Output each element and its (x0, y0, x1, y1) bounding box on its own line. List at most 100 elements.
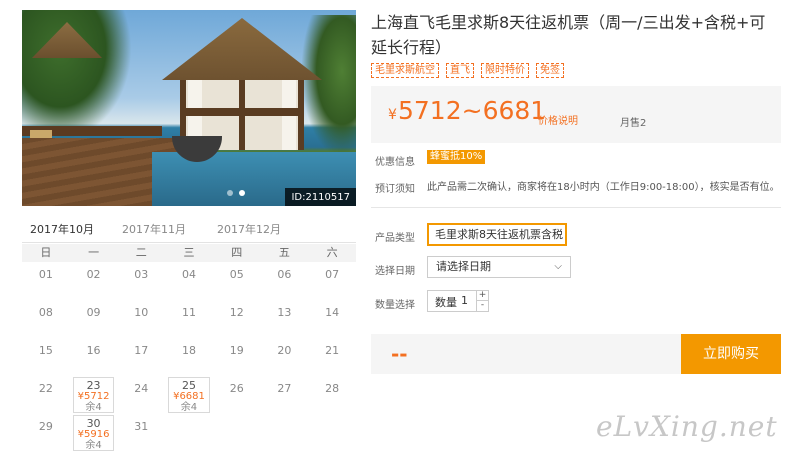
calendar-day: 26 (213, 376, 261, 414)
date-label: 选择日期 (375, 266, 415, 277)
tab-month-december[interactable]: 2017年12月 (217, 221, 281, 237)
calendar-day: 24 (117, 376, 165, 414)
calendar-day-number: 26 (229, 382, 244, 395)
calendar-day: 31 (117, 414, 165, 452)
carousel-dots (227, 190, 245, 196)
palm-tree-right (302, 15, 356, 155)
weekday-label: 一 (88, 246, 100, 259)
calendar-day: 29 (22, 414, 70, 452)
weekday-label: 日 (40, 246, 52, 259)
carousel-dot-active[interactable] (239, 190, 245, 196)
calendar-day-number: 22 (38, 382, 53, 395)
buy-now-button[interactable]: 立即购买 (681, 334, 781, 374)
image-id-label: ID:2110517 (285, 188, 356, 206)
quantity-value[interactable]: 1 (461, 294, 468, 307)
calendar-day: 27 (261, 376, 309, 414)
calendar-day-number: 21 (325, 344, 340, 357)
quantity-prefix: 数量 (435, 296, 457, 309)
calendar-day-number: 29 (38, 420, 53, 433)
calendar-day: 02 (70, 262, 118, 300)
calendar-day-number: 16 (86, 344, 101, 357)
quantity-label: 数量选择 (375, 300, 415, 311)
product-type-label: 产品类型 (375, 233, 415, 244)
tab-month-october[interactable]: 2017年10月 (22, 221, 106, 246)
pavilion-roof (162, 18, 322, 80)
price-range: 5712~6681 (398, 96, 547, 125)
calendar-grid: 01 02 03 04 05 06 07 08 09 10 11 12 13 14 15 16 17 18 19 20… (22, 262, 356, 452)
calendar-day-available[interactable]: 25 ¥6681 余4 (168, 377, 210, 413)
calendar-day-number: 02 (86, 268, 101, 281)
calendar-day-number: 06 (277, 268, 292, 281)
calendar-day: 13 (261, 300, 309, 338)
tag-airline: 毛里求斯航空 (371, 63, 439, 78)
calendar-day: 04 (165, 262, 213, 300)
calendar-day-number: 27 (277, 382, 292, 395)
calendar-day-available[interactable]: 23 ¥5712 余4 (72, 377, 115, 413)
weekday-label: 二 (135, 246, 147, 259)
quantity-decrease-button[interactable]: - (476, 301, 488, 311)
calendar-day: 09 (70, 300, 118, 338)
tab-month-november[interactable]: 2017年11月 (122, 221, 186, 237)
calendar-day: 15 (22, 338, 70, 376)
site-watermark: eLvXing.net (596, 410, 778, 443)
weekday-label: 六 (326, 246, 338, 259)
calendar-day: 21 (308, 338, 356, 376)
calendar-day: 20 (261, 338, 309, 376)
quantity-stepper: 数量 1 + - (427, 290, 489, 312)
calendar-day-price: ¥6681 (173, 391, 205, 402)
calendar-day-stock: 余4 (85, 440, 102, 451)
product-title: 上海直飞毛里求斯8天往返机票（周一/三出发+含税+可延长行程） (371, 13, 766, 57)
calendar-day: 06 (261, 262, 309, 300)
calendar-day: 14 (308, 300, 356, 338)
calendar-day-number: 15 (38, 344, 53, 357)
price-note-link[interactable]: 价格说明 (538, 112, 578, 127)
calendar-day: 08 (22, 300, 70, 338)
calendar-day: 19 (213, 338, 261, 376)
tag-visa-free: 免签 (536, 63, 564, 78)
calendar-day-price: ¥5712 (77, 391, 110, 402)
product-type-option[interactable]: 毛里求斯8天往返机票含税 (427, 223, 567, 246)
calendar-day: 10 (117, 300, 165, 338)
weekday-label: 三 (183, 246, 195, 259)
calendar-day-number: 03 (134, 268, 149, 281)
calendar-day: 18 (165, 338, 213, 376)
promo-badge: 蜂蜜抵10% (427, 150, 486, 164)
calendar-day-number: 12 (229, 306, 244, 319)
date-select-value: 请选择日期 (436, 260, 491, 273)
calendar-day-number: 14 (325, 306, 340, 319)
divider (371, 207, 781, 208)
pavilion-rail (180, 108, 304, 116)
calendar-day: 05 (213, 262, 261, 300)
calendar-day-price: ¥5916 (77, 429, 110, 440)
product-tags: 毛里求斯航空 直飞 限时特价 免签 (371, 63, 564, 78)
product-image[interactable]: ID:2110517 (22, 10, 356, 206)
price-calendar: 日 一 二 三 四 五 六 01 02 03 04 05 06 07 08 09 10 11 12 13… (22, 244, 356, 454)
calendar-day-stock: 余4 (85, 402, 102, 413)
calendar-day-number: 08 (38, 306, 53, 319)
carousel-dot[interactable] (227, 190, 233, 196)
calendar-day-number: 07 (325, 268, 340, 281)
calendar-day: 22 (22, 376, 70, 414)
calendar-day-available[interactable]: 30 ¥5916 余4 (72, 415, 115, 451)
calendar-day-number: 11 (181, 306, 196, 319)
calendar-day: 11 (165, 300, 213, 338)
tag-limited-offer: 限时特价 (481, 63, 529, 78)
total-price: -- (391, 342, 408, 366)
calendar-day-number: 05 (229, 268, 244, 281)
calendar-day-number: 13 (277, 306, 292, 319)
calendar-day-number: 19 (229, 344, 244, 357)
calendar-day: 28 (308, 376, 356, 414)
month-tabs: 2017年10月 2017年11月 2017年12月 (22, 219, 356, 246)
palm-tree-left (22, 10, 132, 140)
calendar-day: 03 (117, 262, 165, 300)
calendar-day-number: 31 (134, 420, 149, 433)
notice-text: 此产品需二次确认，商家将在18小时内（工作日9:00-18:00），核实是否有位… (427, 182, 780, 193)
calendar-day: 01 (22, 262, 70, 300)
weekday-label: 五 (278, 246, 290, 259)
date-select[interactable]: 请选择日期 ⌵ (427, 256, 571, 278)
calendar-day-number: 01 (38, 268, 53, 281)
calendar-day: 16 (70, 338, 118, 376)
calendar-day-number: 20 (277, 344, 292, 357)
calendar-day: 07 (308, 262, 356, 300)
weekday-header: 日 一 二 三 四 五 六 (22, 244, 356, 262)
